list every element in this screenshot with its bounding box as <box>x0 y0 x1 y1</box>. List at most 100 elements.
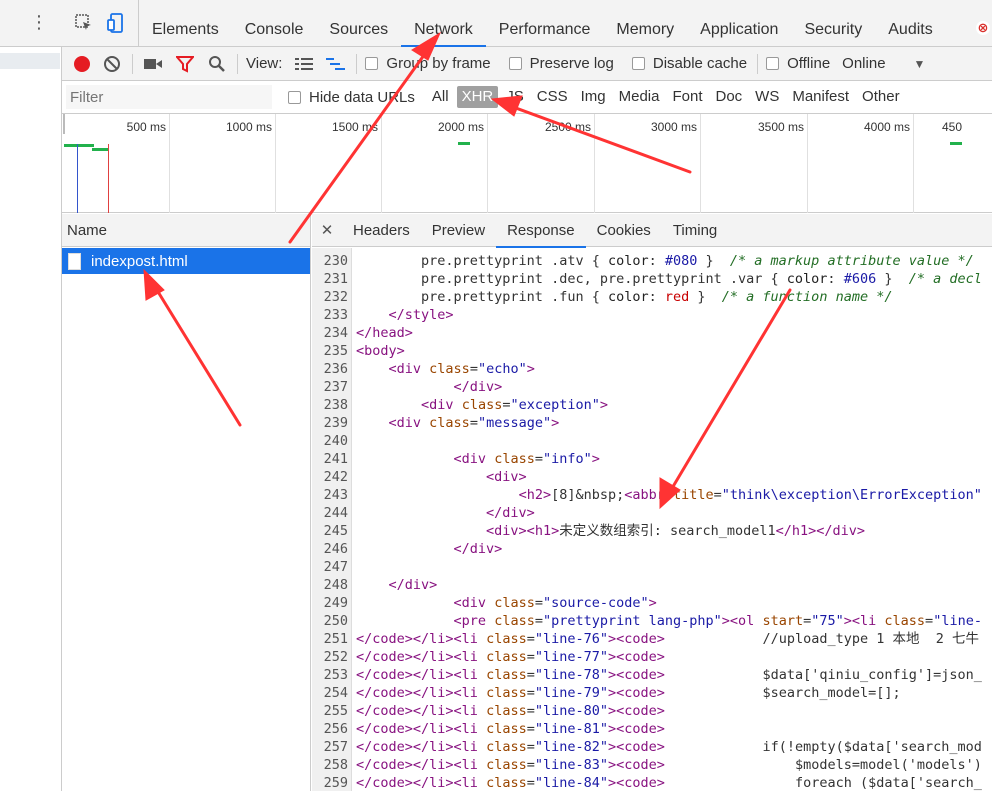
tab-cookies[interactable]: Cookies <box>586 214 662 247</box>
waterfall-icon[interactable] <box>324 52 348 76</box>
search-icon[interactable] <box>205 52 229 76</box>
type-filter-js[interactable]: JS <box>501 86 529 108</box>
type-filter-img[interactable]: Img <box>576 86 611 108</box>
overview-label: 1500 ms <box>331 120 378 134</box>
name-column-header[interactable]: Name <box>62 214 310 247</box>
line-number: 247 <box>323 559 348 575</box>
main-tab-icons <box>62 0 139 46</box>
code-text: <div> <box>486 469 527 485</box>
type-filter-media[interactable]: Media <box>614 86 665 108</box>
code-line: 252 </code></li><li class="line-77"><code… <box>312 648 992 666</box>
code-text: </head> <box>356 325 413 341</box>
tab-timing[interactable]: Timing <box>662 214 728 247</box>
hide-data-urls-checkbox[interactable] <box>288 90 301 104</box>
filter-input[interactable] <box>66 85 272 109</box>
code-line: 239 <div class="message"> <box>312 414 992 432</box>
type-filter-ws[interactable]: WS <box>750 86 784 108</box>
code-line: 251 </code></li><li class="line-76"><code… <box>312 630 992 648</box>
device-toolbar-icon[interactable] <box>104 11 128 35</box>
type-filter-doc[interactable]: Doc <box>710 86 747 108</box>
large-rows-icon[interactable] <box>292 52 316 76</box>
tab-performance[interactable]: Performance <box>486 0 604 47</box>
error-count-icon[interactable]: ⊗ <box>976 21 990 35</box>
code-text: pre.prettyprint .dec, pre.prettyprint .v… <box>356 271 982 287</box>
line-number: 243 <box>323 487 348 503</box>
group-by-frame-checkbox[interactable] <box>365 57 379 70</box>
request-bar <box>92 148 108 151</box>
overview-grid-line <box>487 114 488 213</box>
tab-headers[interactable]: Headers <box>342 214 421 247</box>
code-text: pre.prettyprint .fun { color: red } /* a… <box>356 289 893 305</box>
code-line: 254 </code></li><li class="line-79"><code… <box>312 684 992 702</box>
tab-audits[interactable]: Audits <box>875 0 945 47</box>
close-icon[interactable]: ✕ <box>312 221 342 239</box>
code-text: <div class="source-code"> <box>453 595 657 611</box>
code-text: <div class="echo"> <box>388 361 535 377</box>
detail-tab-bar: ✕ Headers Preview Response Cookies Timin… <box>312 214 992 248</box>
type-filter-xhr[interactable]: XHR <box>456 86 499 108</box>
tab-elements[interactable]: Elements <box>139 0 232 47</box>
line-number: 256 <box>323 721 348 737</box>
hide-data-urls-toggle[interactable]: Hide data URLs <box>288 89 415 106</box>
tab-application[interactable]: Application <box>687 0 791 47</box>
group-by-frame-toggle[interactable]: Group by frame <box>365 55 491 72</box>
line-number: 241 <box>323 451 348 467</box>
overview-handle[interactable] <box>63 114 65 134</box>
code-line: 249 <div class="source-code"> <box>312 594 992 612</box>
tab-preview[interactable]: Preview <box>421 214 496 247</box>
code-text: </code></li><li class="line-81"><code> <box>356 721 665 737</box>
tab-memory[interactable]: Memory <box>603 0 687 47</box>
request-row[interactable]: indexpost.html <box>62 248 310 274</box>
code-text: </code></li><li class="line-84"><code> f… <box>356 775 982 791</box>
code-line: 233 </style> <box>312 306 992 324</box>
capture-screenshots-icon[interactable] <box>141 52 165 76</box>
view-label: View: <box>246 55 283 72</box>
disable-cache-toggle[interactable]: Disable cache <box>631 55 748 72</box>
chevron-down-icon[interactable]: ▼ <box>914 57 926 71</box>
offline-checkbox[interactable] <box>766 57 780 70</box>
type-filter-font[interactable]: Font <box>667 86 707 108</box>
more-menu-icon[interactable]: ⋮ <box>30 13 48 42</box>
tab-security[interactable]: Security <box>791 0 875 47</box>
filter-icon[interactable] <box>173 52 197 76</box>
code-line: 257 </code></li><li class="line-82"><code… <box>312 738 992 756</box>
type-filter-other[interactable]: Other <box>857 86 905 108</box>
preserve-log-checkbox[interactable] <box>508 57 522 70</box>
code-line: 245 <div><h1>未定义数组索引: search_model1</h1>… <box>312 522 992 540</box>
tab-sources[interactable]: Sources <box>316 0 401 47</box>
overview-label: 3500 ms <box>757 120 804 134</box>
tab-network[interactable]: Network <box>401 0 486 47</box>
line-number: 244 <box>323 505 348 521</box>
tab-console[interactable]: Console <box>232 0 317 47</box>
inspect-element-icon[interactable] <box>72 11 96 35</box>
page-left-strip: ⋮ <box>0 0 62 791</box>
disable-cache-label: Disable cache <box>652 55 748 72</box>
type-filter-manifest[interactable]: Manifest <box>787 86 854 108</box>
line-number: 246 <box>323 541 348 557</box>
offline-label: Offline <box>787 55 831 72</box>
code-text: </style> <box>388 307 454 323</box>
code-line: 235 <body> <box>312 342 992 360</box>
clear-icon[interactable] <box>100 52 124 76</box>
network-overview[interactable]: 500 ms 1000 ms 1500 ms 2000 ms 2500 ms 3… <box>62 114 992 213</box>
code-line: 258 </code></li><li class="line-83"><code… <box>312 756 992 774</box>
line-number: 234 <box>323 325 348 341</box>
response-code-view[interactable]: 230 pre.prettyprint .atv { color: #080 }… <box>312 248 992 791</box>
line-number: 236 <box>323 361 348 377</box>
throttling-select[interactable]: Online <box>842 55 885 72</box>
overview-grid-line <box>700 114 701 213</box>
line-number: 232 <box>323 289 348 305</box>
main-tab-bar: Elements Console Sources Network Perform… <box>62 0 992 47</box>
code-line: 250 <pre class="prettyprint lang-php"><o… <box>312 612 992 630</box>
line-number: 242 <box>323 469 348 485</box>
tab-response[interactable]: Response <box>496 214 586 248</box>
code-text: <pre class="prettyprint lang-php"><ol st… <box>453 613 982 629</box>
offline-toggle[interactable]: Offline <box>766 55 830 72</box>
type-filter-all[interactable]: All <box>427 86 454 108</box>
type-filter-css[interactable]: CSS <box>532 86 573 108</box>
preserve-log-toggle[interactable]: Preserve log <box>508 55 614 72</box>
record-icon[interactable] <box>74 55 90 72</box>
code-text: <h2>[8]&nbsp;<abbr title="think\exceptio… <box>518 487 982 503</box>
disable-cache-checkbox[interactable] <box>631 57 645 70</box>
line-number: 238 <box>323 397 348 413</box>
